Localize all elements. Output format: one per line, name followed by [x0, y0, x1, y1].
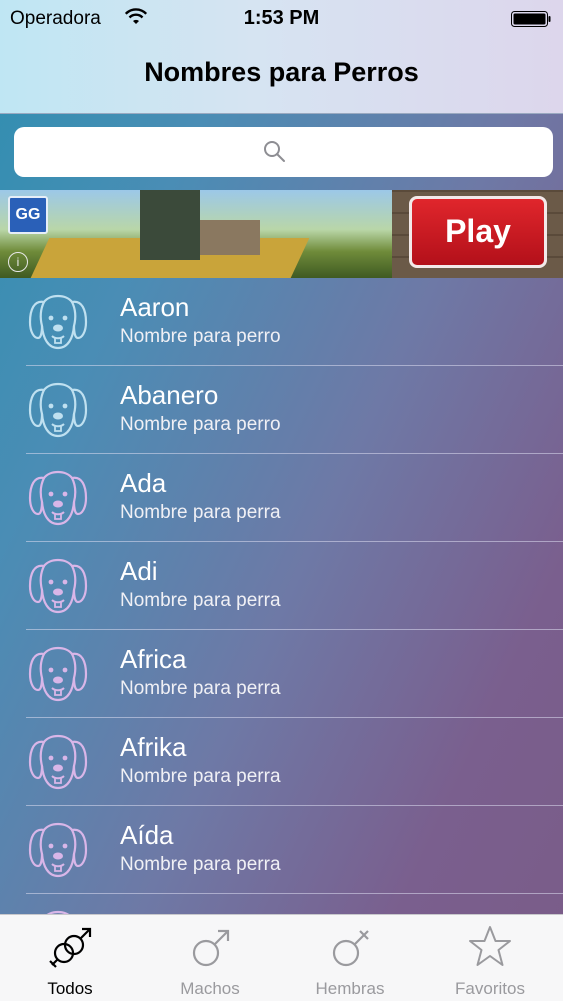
search-icon: [264, 141, 285, 162]
dog-male-icon: [28, 294, 88, 350]
tab-label: Machos: [180, 979, 240, 998]
list-item-name: Abanero: [120, 380, 219, 410]
list-item-subtitle: Nombre para perra: [120, 766, 281, 787]
list-item-name: Aída: [120, 820, 174, 850]
battery-icon: [511, 11, 551, 27]
list-item-subtitle: Nombre para perra: [120, 678, 281, 699]
ad-info-icon[interactable]: i: [8, 252, 28, 272]
list-item[interactable]: Aída Nombre para perra: [0, 806, 563, 894]
list-item-subtitle: Nombre para perro: [120, 414, 281, 435]
list-item-name: Ada: [120, 468, 167, 498]
names-list: Aaron Nombre para perro Abanero Nombre para…: [0, 278, 563, 914]
tab-label: Todos: [47, 979, 93, 998]
ad-play-button[interactable]: Play: [409, 196, 547, 268]
dog-female-icon: [28, 822, 88, 878]
tab-favoritos[interactable]: Favoritos: [420, 915, 560, 1001]
tab-machos[interactable]: Machos: [140, 915, 280, 1001]
page-title: Nombres para Perros: [144, 57, 419, 87]
ad-art-castle-wall: [200, 220, 260, 255]
status-time: 1:53 PM: [243, 7, 320, 29]
star-icon: [469, 926, 511, 966]
list-item-name: Africa: [120, 644, 187, 674]
list-item-name: Adi: [120, 556, 158, 586]
list-item-subtitle: Nombre para perra: [120, 590, 281, 611]
ad-art-castle: [140, 190, 200, 260]
male-female-icon: [49, 927, 92, 968]
dog-female-icon: [46, 910, 70, 914]
list-item-subtitle: Nombre para perro: [120, 326, 281, 347]
tab-label: Favoritos: [455, 979, 525, 998]
navigation-bar: Operadora 1:53 PM Nombres para Perros: [0, 0, 563, 114]
list-item[interactable]: Afrika Nombre para perra: [0, 718, 563, 806]
female-icon: [332, 930, 369, 967]
dog-female-icon: [28, 734, 88, 790]
list-item-name: Aaron: [120, 292, 190, 322]
list-item[interactable]: Adi Nombre para perra: [0, 542, 563, 630]
search-bar: [0, 113, 563, 190]
list-item[interactable]: [0, 894, 563, 914]
list-item-subtitle: Nombre para perra: [120, 854, 281, 875]
ad-banner[interactable]: GG i Play: [0, 190, 563, 278]
tab-todos[interactable]: Todos: [0, 915, 140, 1001]
list-item-name: Afrika: [120, 732, 187, 762]
list-item-subtitle: Nombre para perra: [120, 502, 281, 523]
list-item[interactable]: Abanero Nombre para perro: [0, 366, 563, 454]
dog-female-icon: [28, 646, 88, 702]
dog-female-icon: [28, 558, 88, 614]
status-bar: Operadora 1:53 PM: [0, 0, 563, 38]
tab-hembras[interactable]: Hembras: [280, 915, 420, 1001]
male-icon: [192, 929, 230, 967]
tab-label: Hembras: [315, 979, 385, 998]
dog-male-icon: [28, 382, 88, 438]
list-item[interactable]: Aaron Nombre para perro: [0, 278, 563, 366]
list-item[interactable]: Africa Nombre para perra: [0, 630, 563, 718]
tab-bar: Todos Machos Hembras Favoritos: [0, 914, 563, 1001]
dog-female-icon: [28, 470, 88, 526]
list-item[interactable]: Ada Nombre para perra: [0, 454, 563, 542]
ad-logo: GG: [8, 196, 48, 234]
